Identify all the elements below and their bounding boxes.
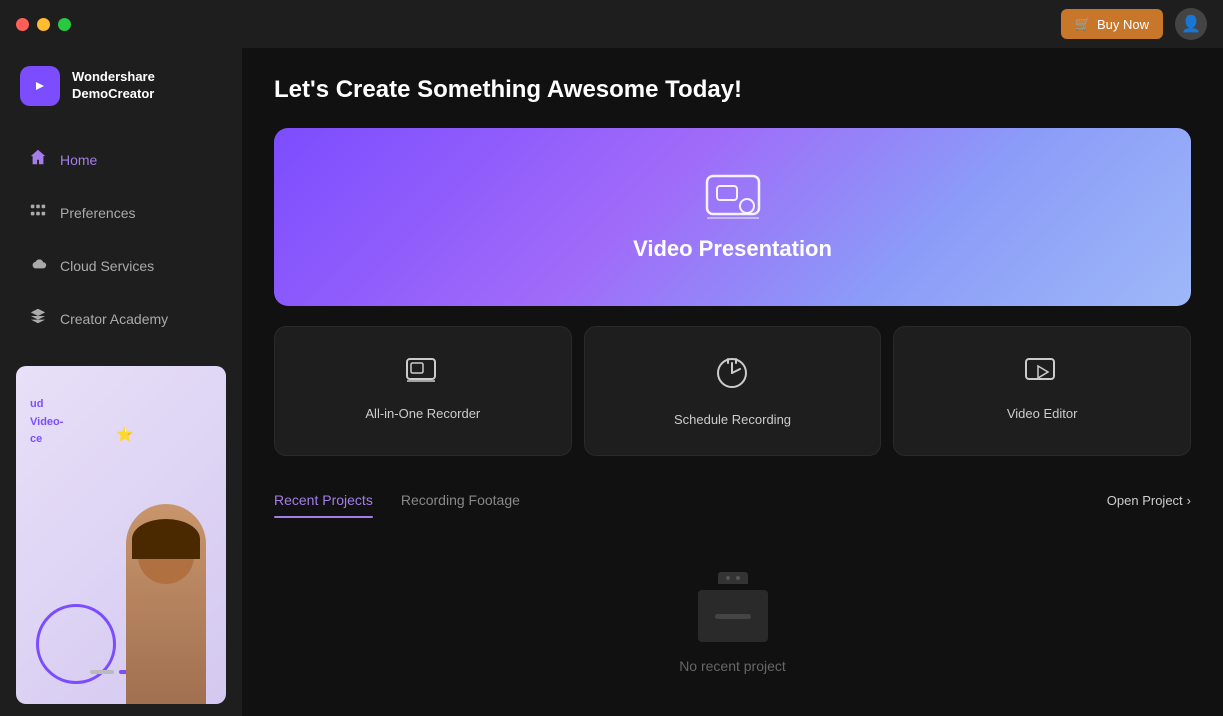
titlebar-right: 🛒 Buy Now 👤: [1061, 8, 1207, 40]
thumbnail-preview: ud Video- ce ⭐: [16, 366, 226, 704]
action-card-schedule-recording[interactable]: Schedule Recording: [584, 326, 882, 456]
cart-icon: 🛒: [1075, 16, 1091, 32]
preferences-label: Preferences: [60, 205, 135, 221]
tabs-header: Recent Projects Recording Footage Open P…: [274, 484, 1191, 516]
action-card-video-editor[interactable]: Video Editor: [893, 326, 1191, 456]
schedule-icon: [714, 355, 750, 398]
brand-logo: [20, 66, 60, 106]
app-body: Wondershare DemoCreator Home: [0, 48, 1223, 716]
user-avatar-button[interactable]: 👤: [1175, 8, 1207, 40]
buy-now-label: Buy Now: [1097, 17, 1149, 32]
user-icon: 👤: [1181, 14, 1201, 34]
empty-state-text: No recent project: [679, 658, 786, 674]
tab-recording-footage[interactable]: Recording Footage: [401, 484, 520, 516]
sidebar-nav: Home Preferences: [0, 124, 242, 354]
open-project-label: Open Project: [1107, 493, 1183, 508]
sidebar-item-creator-academy[interactable]: Creator Academy: [8, 293, 234, 344]
sidebar-brand: Wondershare DemoCreator: [0, 48, 242, 124]
cloud-icon: [28, 254, 48, 277]
home-icon: [28, 148, 48, 171]
cloud-services-label: Cloud Services: [60, 258, 154, 274]
home-label: Home: [60, 152, 97, 168]
sidebar-item-cloud-services[interactable]: Cloud Services: [8, 240, 234, 291]
brand-name: Wondershare DemoCreator: [72, 69, 155, 103]
tab-recent-projects[interactable]: Recent Projects: [274, 484, 373, 516]
preferences-icon: [28, 201, 48, 224]
tabs-list: Recent Projects Recording Footage: [274, 484, 548, 516]
creator-academy-label: Creator Academy: [60, 311, 168, 327]
recorder-icon: [405, 355, 441, 392]
page-title: Let's Create Something Awesome Today!: [274, 76, 1191, 104]
sidebar-item-preferences[interactable]: Preferences: [8, 187, 234, 238]
hero-title: Video Presentation: [633, 236, 832, 262]
buy-now-button[interactable]: 🛒 Buy Now: [1061, 9, 1163, 39]
window-controls: [16, 18, 71, 31]
hero-banner[interactable]: Video Presentation: [274, 128, 1191, 306]
sidebar-thumbnail: ud Video- ce ⭐: [16, 366, 226, 704]
video-editor-label: Video Editor: [1007, 406, 1078, 421]
action-card-all-in-one-recorder[interactable]: All-in-One Recorder: [274, 326, 572, 456]
titlebar: 🛒 Buy Now 👤: [0, 0, 1223, 48]
all-in-one-recorder-label: All-in-One Recorder: [365, 406, 480, 421]
sidebar: Wondershare DemoCreator Home: [0, 48, 242, 716]
action-cards-grid: All-in-One Recorder Schedule Recording: [274, 326, 1191, 456]
maximize-button[interactable]: [58, 18, 71, 31]
academy-icon: [28, 307, 48, 330]
chevron-right-icon: ›: [1187, 493, 1191, 508]
schedule-recording-label: Schedule Recording: [674, 412, 791, 427]
hero-icon: [703, 172, 763, 224]
empty-state-icon: [693, 572, 773, 642]
thumbnail-overlay-text: ud Video- ce: [30, 396, 63, 449]
sidebar-item-home[interactable]: Home: [8, 134, 234, 185]
thumbnail-star-icon: ⭐: [116, 426, 133, 443]
open-project-button[interactable]: Open Project ›: [1107, 493, 1191, 508]
empty-state: No recent project: [274, 532, 1191, 714]
close-button[interactable]: [16, 18, 29, 31]
main-content: Let's Create Something Awesome Today! Vi…: [242, 48, 1223, 716]
video-editor-icon: [1024, 355, 1060, 392]
minimize-button[interactable]: [37, 18, 50, 31]
